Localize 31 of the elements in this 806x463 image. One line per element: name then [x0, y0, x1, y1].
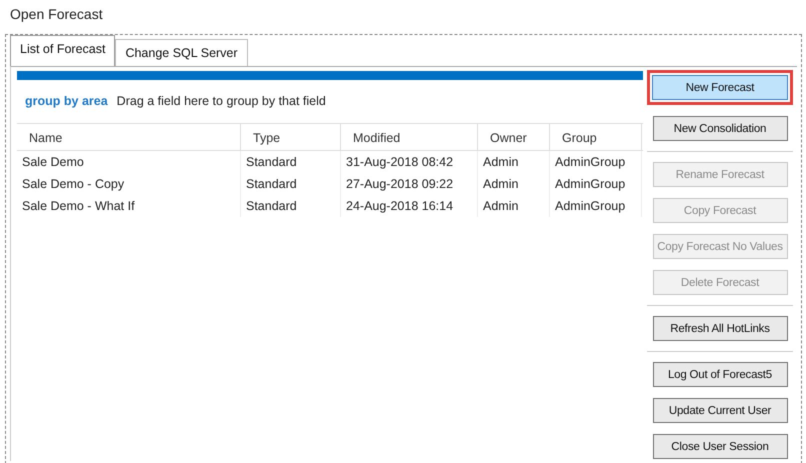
- table-cell: 31-Aug-2018 08:42: [341, 151, 478, 173]
- table-cell: Standard: [241, 173, 341, 195]
- action-button[interactable]: New Consolidation: [652, 116, 788, 141]
- window-title: Open Forecast: [9, 6, 104, 24]
- table-cell: Standard: [241, 195, 341, 217]
- action-button[interactable]: Log Out of Forecast5: [652, 362, 788, 387]
- table-cell: Sale Demo - Copy: [17, 173, 241, 195]
- table-cell: AdminGroup: [550, 195, 642, 217]
- action-button[interactable]: Update Current User: [652, 398, 788, 423]
- column-header[interactable]: Name: [17, 124, 241, 150]
- action-button[interactable]: Refresh All HotLinks: [652, 316, 788, 341]
- column-header[interactable]: Group: [550, 124, 642, 150]
- group-by-label: group by area: [25, 94, 108, 108]
- group-by-hint: Drag a field here to group by that field: [116, 94, 326, 108]
- table-cell: Standard: [241, 151, 341, 173]
- table-cell: Admin: [478, 195, 550, 217]
- table-cell: AdminGroup: [550, 151, 642, 173]
- tab[interactable]: Change SQL Server: [115, 39, 248, 66]
- table-cell: Sale Demo: [17, 151, 241, 173]
- column-header[interactable]: Type: [241, 124, 341, 150]
- table-cell: Admin: [478, 173, 550, 195]
- column-header[interactable]: Owner: [478, 124, 550, 150]
- tab[interactable]: List of Forecast: [10, 35, 116, 66]
- action-button[interactable]: New Forecast: [652, 75, 788, 100]
- table-cell: AdminGroup: [550, 173, 642, 195]
- column-header[interactable]: Modified: [341, 124, 478, 150]
- action-button[interactable]: Close User Session: [652, 434, 788, 459]
- table-cell: Admin: [478, 151, 550, 173]
- table-cell: Sale Demo - What If: [17, 195, 241, 217]
- table-cell: 27-Aug-2018 09:22: [341, 173, 478, 195]
- table-cell: 24-Aug-2018 16:14: [341, 195, 478, 217]
